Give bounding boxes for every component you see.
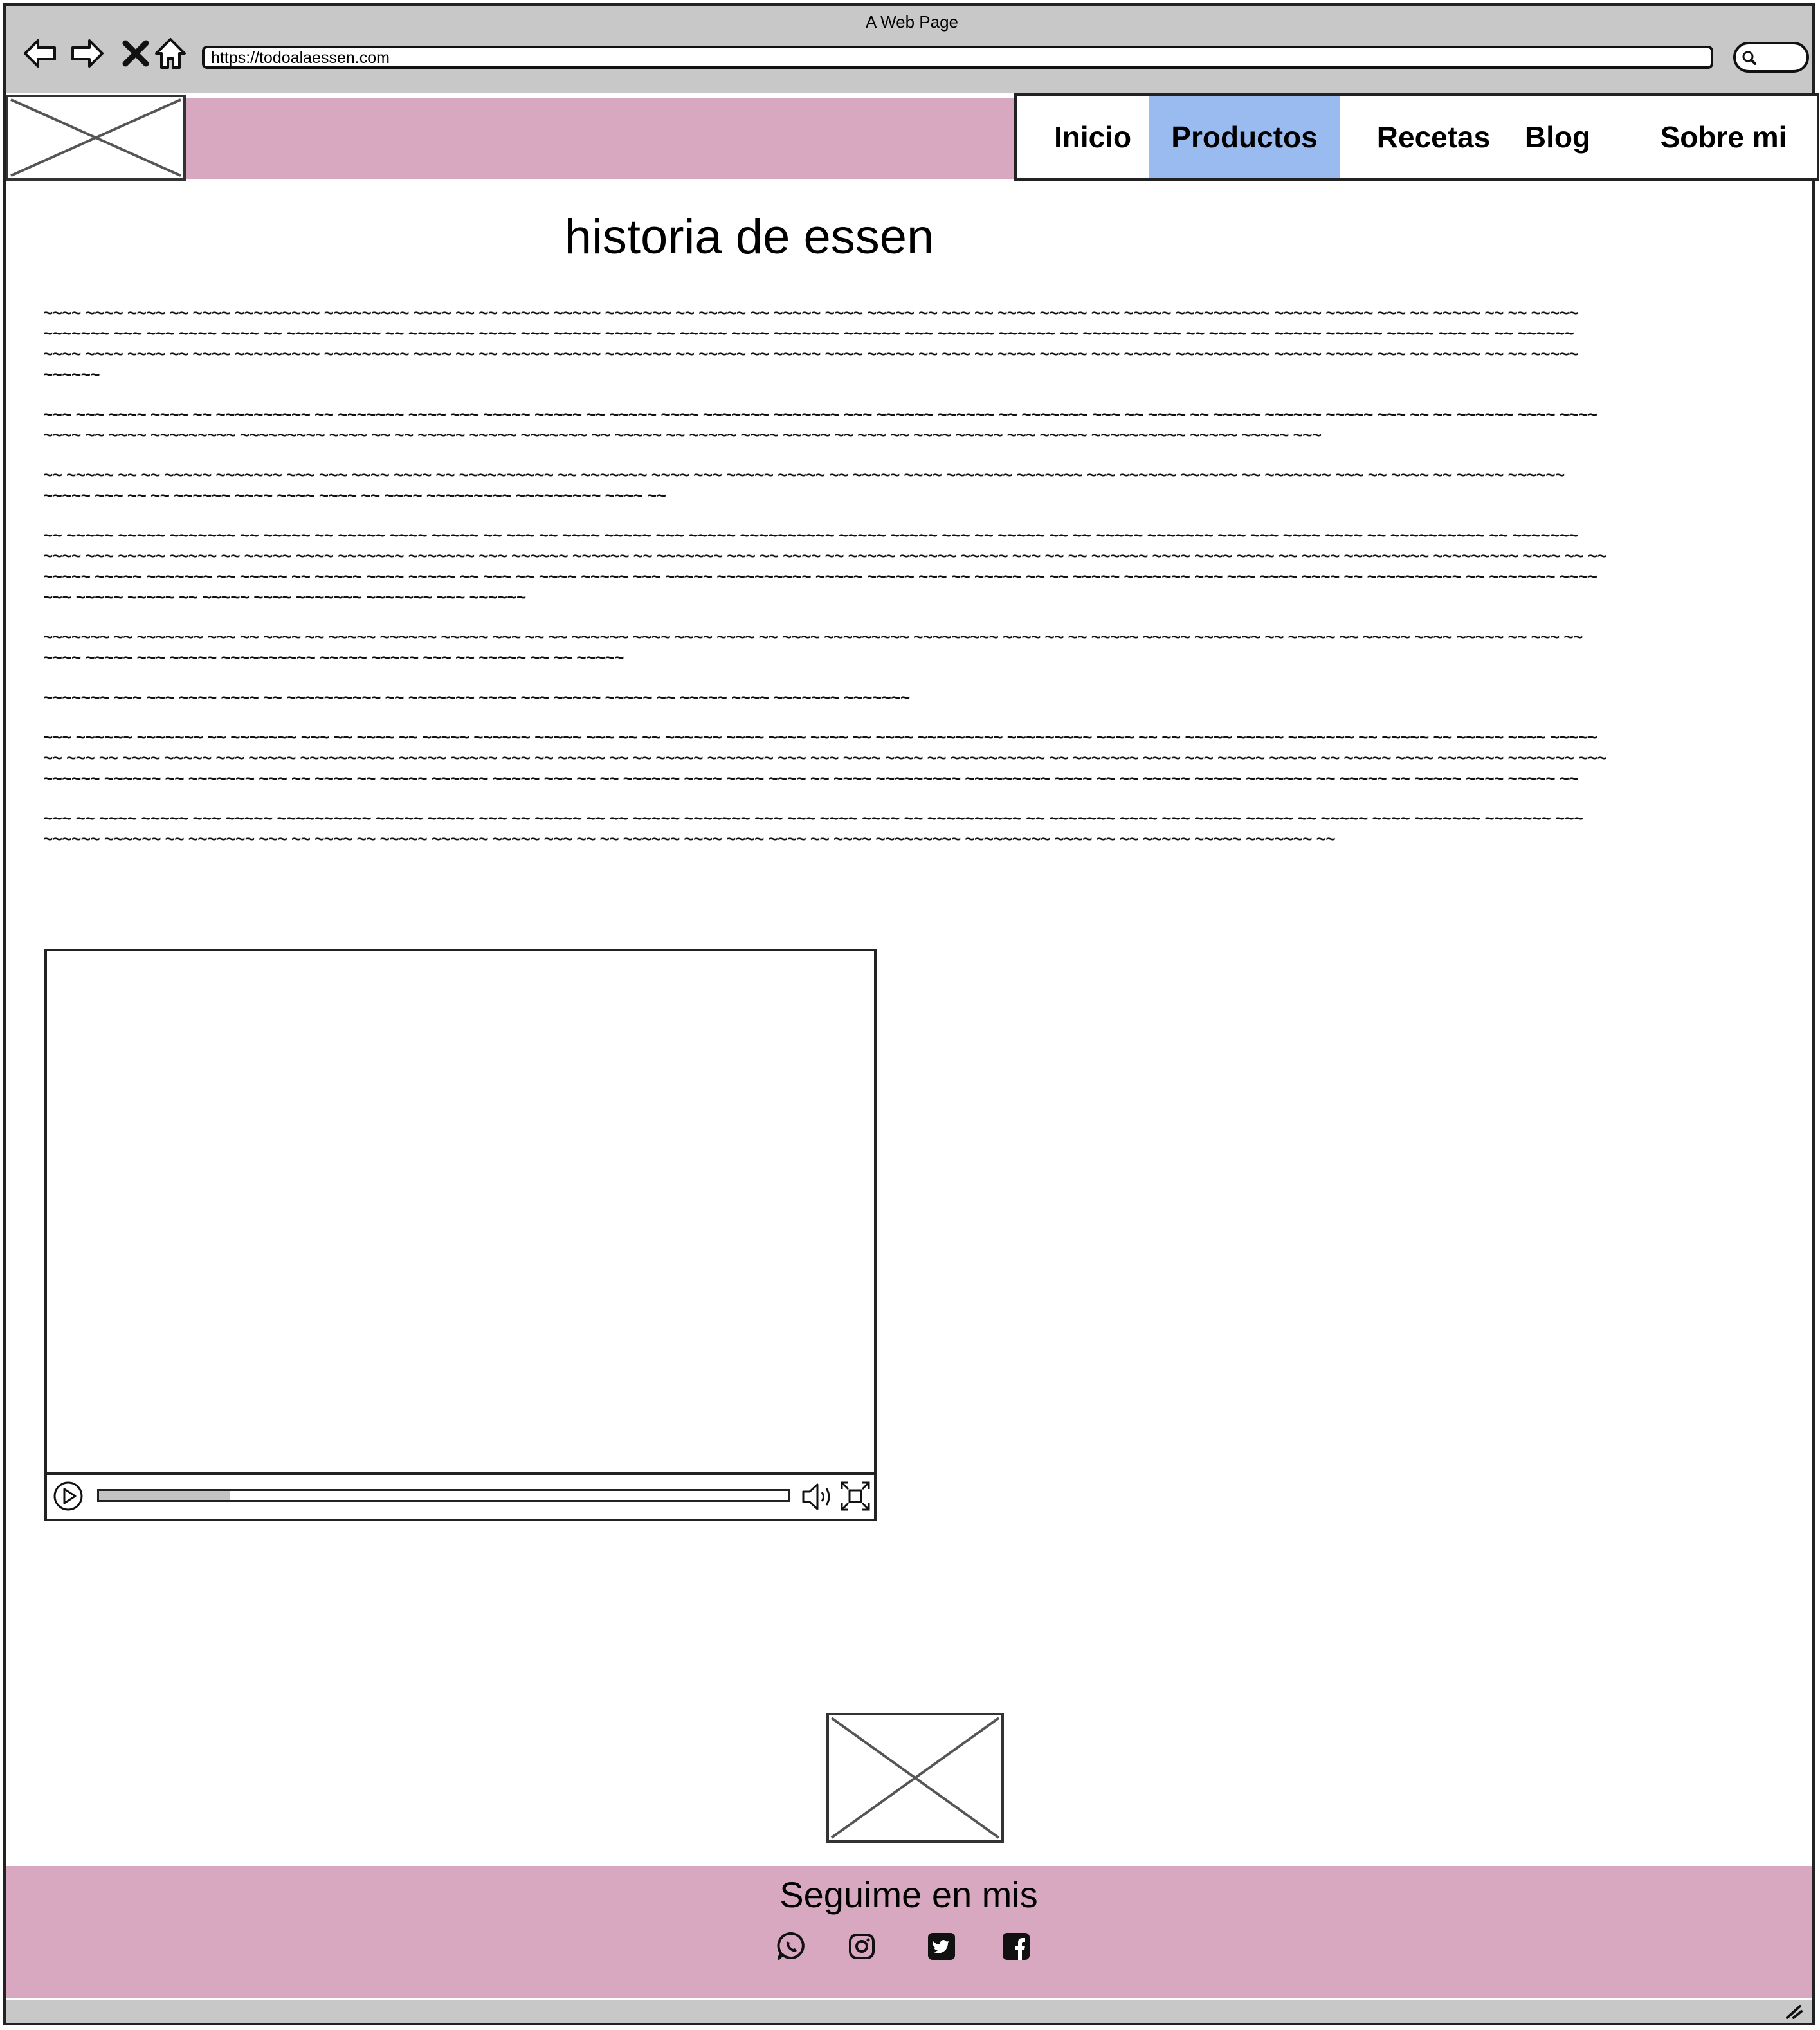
home-icon[interactable] — [151, 34, 190, 73]
paragraph: ~~~~~~~ ~~ ~~~~~~~ ~~~ ~~ ~~~~ ~~ ~~~~~ … — [43, 627, 1583, 667]
close-x-icon[interactable] — [116, 34, 155, 73]
paragraph: ~~ ~~~~~ ~~~~~ ~~~~~~~ ~~ ~~~~~ ~~ ~~~~~… — [43, 526, 1607, 607]
search-field[interactable] — [1733, 42, 1809, 73]
back-arrow-icon[interactable] — [21, 34, 60, 73]
facebook-icon[interactable] — [1000, 1930, 1032, 1962]
search-icon — [1742, 51, 1756, 65]
video-progress-fill — [99, 1491, 230, 1500]
volume-icon[interactable] — [801, 1481, 837, 1512]
logo-placeholder[interactable] — [6, 95, 186, 181]
paragraph: ~~~ ~~~ ~~~~ ~~~~ ~~ ~~~~~~~~~~ ~~ ~~~~~… — [43, 405, 1597, 444]
page-viewport: Inicio Productos Recetas Blog Sobre mi h… — [6, 93, 1819, 2000]
play-icon[interactable] — [52, 1480, 84, 1512]
nav-item-inicio[interactable]: Inicio — [1045, 96, 1140, 178]
nav-item-blog[interactable]: Blog — [1518, 96, 1597, 178]
video-progress-bar[interactable] — [97, 1489, 790, 1502]
address-bar[interactable]: https://todoalaessen.com — [202, 46, 1713, 69]
image-placeholder-icon — [10, 98, 181, 177]
footer-image-placeholder — [826, 1713, 1004, 1843]
content-text: ~~~~ ~~~~ ~~~~ ~~ ~~~~ ~~~~~~~~~ ~~~~~~~… — [43, 302, 1612, 868]
image-placeholder-icon — [830, 1717, 1000, 1839]
fullscreen-icon[interactable] — [839, 1480, 871, 1512]
status-bar — [6, 2000, 1812, 2023]
instagram-icon[interactable] — [846, 1930, 878, 1962]
url-text: https://todoalaessen.com — [211, 49, 390, 67]
video-controls — [47, 1472, 874, 1519]
resize-grip-icon[interactable] — [1783, 2004, 1803, 2019]
page-title: historia de essen — [564, 210, 934, 264]
paragraph: ~~~ ~~~~~~ ~~~~~~~ ~~ ~~~~~~~ ~~~ ~~ ~~~… — [43, 727, 1607, 788]
footer-text: Seguime en mis — [779, 1874, 1038, 1915]
browser-window: A Web Page https://todoalaessen.com Inic… — [3, 3, 1819, 2025]
nav-item-sobre-mi[interactable]: Sobre mi — [1637, 96, 1810, 178]
nav-item-productos[interactable]: Productos — [1149, 96, 1340, 178]
video-player[interactable] — [44, 949, 877, 1521]
footer: Seguime en mis — [6, 1866, 1812, 1998]
paragraph: ~~~~ ~~~~ ~~~~ ~~ ~~~~ ~~~~~~~~~ ~~~~~~~… — [43, 303, 1579, 384]
whatsapp-icon[interactable] — [775, 1930, 807, 1962]
window-title: A Web Page — [865, 12, 959, 32]
twitter-icon[interactable] — [925, 1930, 958, 1962]
paragraph: ~~ ~~~~~ ~~ ~~ ~~~~~ ~~~~~~~ ~~~ ~~~ ~~~… — [43, 465, 1565, 505]
header-bar — [186, 98, 1014, 179]
nav-menu: Inicio Productos Recetas Blog Sobre mi — [1014, 93, 1819, 181]
paragraph: ~~~ ~~ ~~~~ ~~~~~ ~~~ ~~~~~ ~~~~~~~~~~ ~… — [43, 809, 1584, 848]
forward-arrow-icon[interactable] — [68, 34, 106, 73]
paragraph: ~~~~~~~ ~~~ ~~~ ~~~~ ~~~~ ~~ ~~~~~~~~~~ … — [43, 688, 910, 707]
nav-item-recetas[interactable]: Recetas — [1369, 96, 1498, 178]
